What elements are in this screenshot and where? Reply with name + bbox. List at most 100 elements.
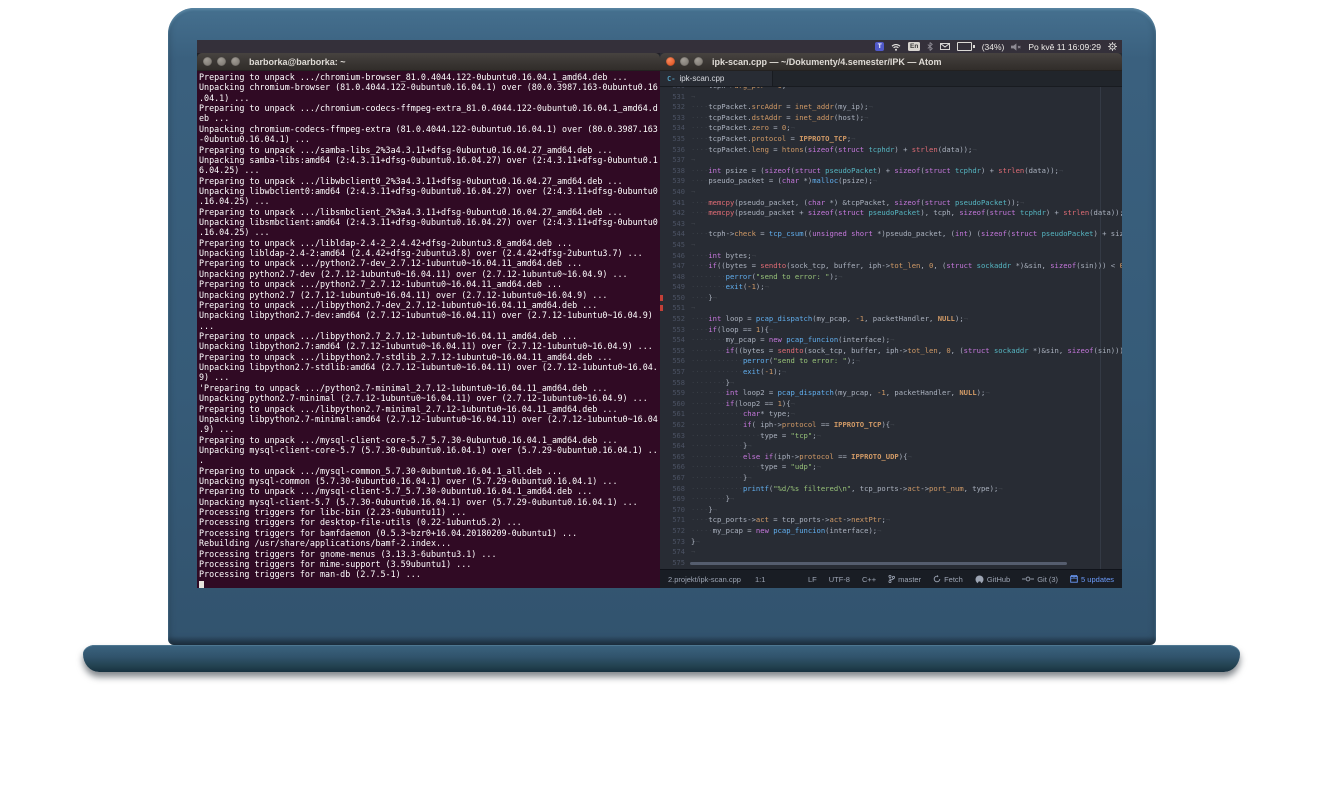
- code-line: 562············if( iph->protocol == IPPR…: [660, 420, 1122, 431]
- status-grammar[interactable]: C++: [862, 575, 876, 584]
- status-cursor-position[interactable]: 1:1: [755, 575, 765, 584]
- mail-icon[interactable]: [940, 43, 950, 50]
- system-top-bar: T En: [197, 40, 1122, 54]
- code-line: 565············else if(iph->protocol == …: [660, 452, 1122, 463]
- terminal-line: Unpacking mysql-client-core-5.7 (5.7.30-…: [199, 445, 660, 455]
- status-line-ending[interactable]: LF: [808, 575, 817, 584]
- code-line: 541····memcpy(pseudo_packet, (char *) &t…: [660, 198, 1122, 209]
- terminal-line: ...: [199, 321, 660, 331]
- code-line: 540¬: [660, 187, 1122, 198]
- status-updates[interactable]: 5 updates: [1070, 575, 1114, 584]
- terminal-line: Unpacking python2.7-dev (2.7.12-1ubuntu0…: [199, 269, 660, 279]
- code-line: 555········if((bytes = sendto(sock_tcp, …: [660, 346, 1122, 357]
- status-github[interactable]: GitHub: [975, 575, 1010, 584]
- laptop-screen: T En: [197, 40, 1122, 588]
- terminal-line: .04.1) ...: [199, 93, 660, 103]
- terminal-cursor: [199, 581, 204, 588]
- terminal-line: Unpacking libpython2.7-stdlib:amd64 (2.7…: [199, 362, 660, 372]
- terminal-line: Preparing to unpack .../chromium-browser…: [199, 72, 660, 82]
- terminal-line: Unpacking mysql-client-5.7 (5.7.30-0ubun…: [199, 497, 660, 507]
- terminal-line: Processing triggers for libc-bin (2.23-0…: [199, 507, 660, 517]
- code-line: 558········}¬: [660, 378, 1122, 389]
- git-branch-icon: [888, 575, 895, 583]
- terminal-minimize-button[interactable]: [217, 57, 226, 66]
- wifi-icon[interactable]: [891, 43, 901, 51]
- sync-icon: [933, 575, 941, 583]
- terminal-line: Unpacking libwbclient0:amd64 (2:4.3.11+d…: [199, 186, 660, 196]
- terminal-line: Unpacking libpython2.7-dev:amd64 (2.7.12…: [199, 310, 660, 320]
- status-git[interactable]: Git (3): [1022, 575, 1058, 584]
- terminal-body[interactable]: Preparing to unpack .../chromium-browser…: [197, 71, 660, 588]
- code-line: 547····if((bytes = sendto(sock_tcp, buff…: [660, 261, 1122, 272]
- code-line: 546····int bytes;¬: [660, 251, 1122, 262]
- code-line: 552····int loop = pcap_dispatch(my_pcap,…: [660, 314, 1122, 325]
- code-line: 563················type = "tcp";¬: [660, 431, 1122, 442]
- code-line: 567············}¬: [660, 473, 1122, 484]
- terminal-line: Processing triggers for man-db (2.7.5-1)…: [199, 569, 660, 579]
- code-line: 568············printf("%d/%s filtered\n"…: [660, 484, 1122, 495]
- code-line: 542····memcpy(pseudo_packet + sizeof(str…: [660, 208, 1122, 219]
- terminal-maximize-button[interactable]: [231, 57, 240, 66]
- tab-ipk-scan[interactable]: C- ipk-scan.cpp: [660, 71, 773, 86]
- keyboard-layout-indicator[interactable]: En: [908, 42, 920, 51]
- code-line: 571····tcp_ports->act = tcp_ports->act->…: [660, 515, 1122, 526]
- tab-label: ipk-scan.cpp: [679, 74, 724, 83]
- code-line: 534····tcpPacket.zero = 0;¬: [660, 123, 1122, 134]
- terminal-line: Preparing to unpack .../mysql-client-cor…: [199, 435, 660, 445]
- terminal-line: Processing triggers for desktop-file-uti…: [199, 517, 660, 527]
- code-line: 537¬: [660, 155, 1122, 166]
- code-line: 533····tcpPacket.dstAddr = inet_addr(hos…: [660, 113, 1122, 124]
- terminal-titlebar[interactable]: barborka@barborka: ~: [197, 53, 660, 71]
- terminal-close-button[interactable]: [203, 57, 212, 66]
- code-line: 550····}¬: [660, 293, 1122, 304]
- git-commit-icon: [1022, 575, 1034, 583]
- atom-status-bar: 2.projekt/ipk-scan.cpp 1:1 LF UTF-8 C++: [660, 569, 1122, 588]
- code-line: 538····int psize = (sizeof(struct pseudo…: [660, 166, 1122, 177]
- terminal-line: 6.04.25) ...: [199, 165, 660, 175]
- atom-minimize-button[interactable]: [680, 57, 689, 66]
- code-editor[interactable]: 530····tcph->urg_ptr = 0;¬531¬532····tcp…: [660, 87, 1122, 569]
- volume-muted-icon[interactable]: [1011, 43, 1021, 51]
- battery-indicator[interactable]: [957, 42, 975, 51]
- status-fetch[interactable]: Fetch: [933, 575, 963, 584]
- terminal-line: Processing triggers for mime-support (3.…: [199, 559, 660, 569]
- code-lines: 530····tcph->urg_ptr = 0;¬531¬532····tcp…: [660, 87, 1122, 568]
- code-line: 551¬: [660, 303, 1122, 314]
- status-file-path[interactable]: 2.projekt/ipk-scan.cpp: [668, 575, 741, 584]
- code-line: 573}¬: [660, 537, 1122, 548]
- code-line: 572·····my_pcap = new pcap_funcion(inter…: [660, 526, 1122, 537]
- code-line: 559········int loop2 = pcap_dispatch(my_…: [660, 388, 1122, 399]
- terminal-line: 9) ...: [199, 372, 660, 382]
- terminal-line: Preparing to unpack .../libldap-2.4-2_2.…: [199, 238, 660, 248]
- terminal-line: .16.04.25) ...: [199, 227, 660, 237]
- laptop-mockup: T En: [0, 0, 1324, 790]
- atom-close-button[interactable]: [666, 57, 675, 66]
- atom-maximize-button[interactable]: [694, 57, 703, 66]
- status-branch[interactable]: master: [888, 575, 921, 584]
- horizontal-scrollbar[interactable]: [690, 562, 1067, 565]
- session-gear-icon[interactable]: [1108, 42, 1117, 51]
- terminal-line: Processing triggers for bamfdaemon (0.5.…: [199, 528, 660, 538]
- bluetooth-icon[interactable]: [927, 42, 933, 51]
- terminal-line: Unpacking chromium-browser (81.0.4044.12…: [199, 82, 660, 92]
- code-line: 548········perror("send to error: ");¬: [660, 272, 1122, 283]
- clock[interactable]: Po kvě 11 16:09:29: [1028, 42, 1101, 52]
- code-line: 549········exit(-1);¬: [660, 282, 1122, 293]
- code-line: 535····tcpPacket.protocol = IPPROTO_TCP;…: [660, 134, 1122, 145]
- terminal-line: Unpacking mysql-common (5.7.30-0ubuntu0.…: [199, 476, 660, 486]
- terminal-line: Preparing to unpack .../libpython2.7_2.7…: [199, 331, 660, 341]
- terminal-line: .: [199, 455, 660, 465]
- terminal-window: barborka@barborka: ~ Preparing to unpack…: [197, 53, 660, 588]
- code-line: 539····pseudo_packet = (char *)malloc(ps…: [660, 176, 1122, 187]
- code-line: 574¬: [660, 547, 1122, 558]
- teams-icon[interactable]: T: [875, 42, 884, 51]
- atom-window: ipk-scan.cpp — ~/Dokumenty/4.semester/IP…: [660, 53, 1122, 588]
- status-encoding[interactable]: UTF-8: [829, 575, 850, 584]
- terminal-line: Unpacking libsmbclient:amd64 (2:4.3.11+d…: [199, 217, 660, 227]
- atom-titlebar[interactable]: ipk-scan.cpp — ~/Dokumenty/4.semester/IP…: [660, 53, 1122, 71]
- battery-icon: [957, 42, 972, 51]
- code-line: 569········}¬: [660, 494, 1122, 505]
- terminal-line: Preparing to unpack .../mysql-client-5.7…: [199, 486, 660, 496]
- package-icon: [1070, 575, 1078, 583]
- terminal-line: Preparing to unpack .../mysql-common_5.7…: [199, 466, 660, 476]
